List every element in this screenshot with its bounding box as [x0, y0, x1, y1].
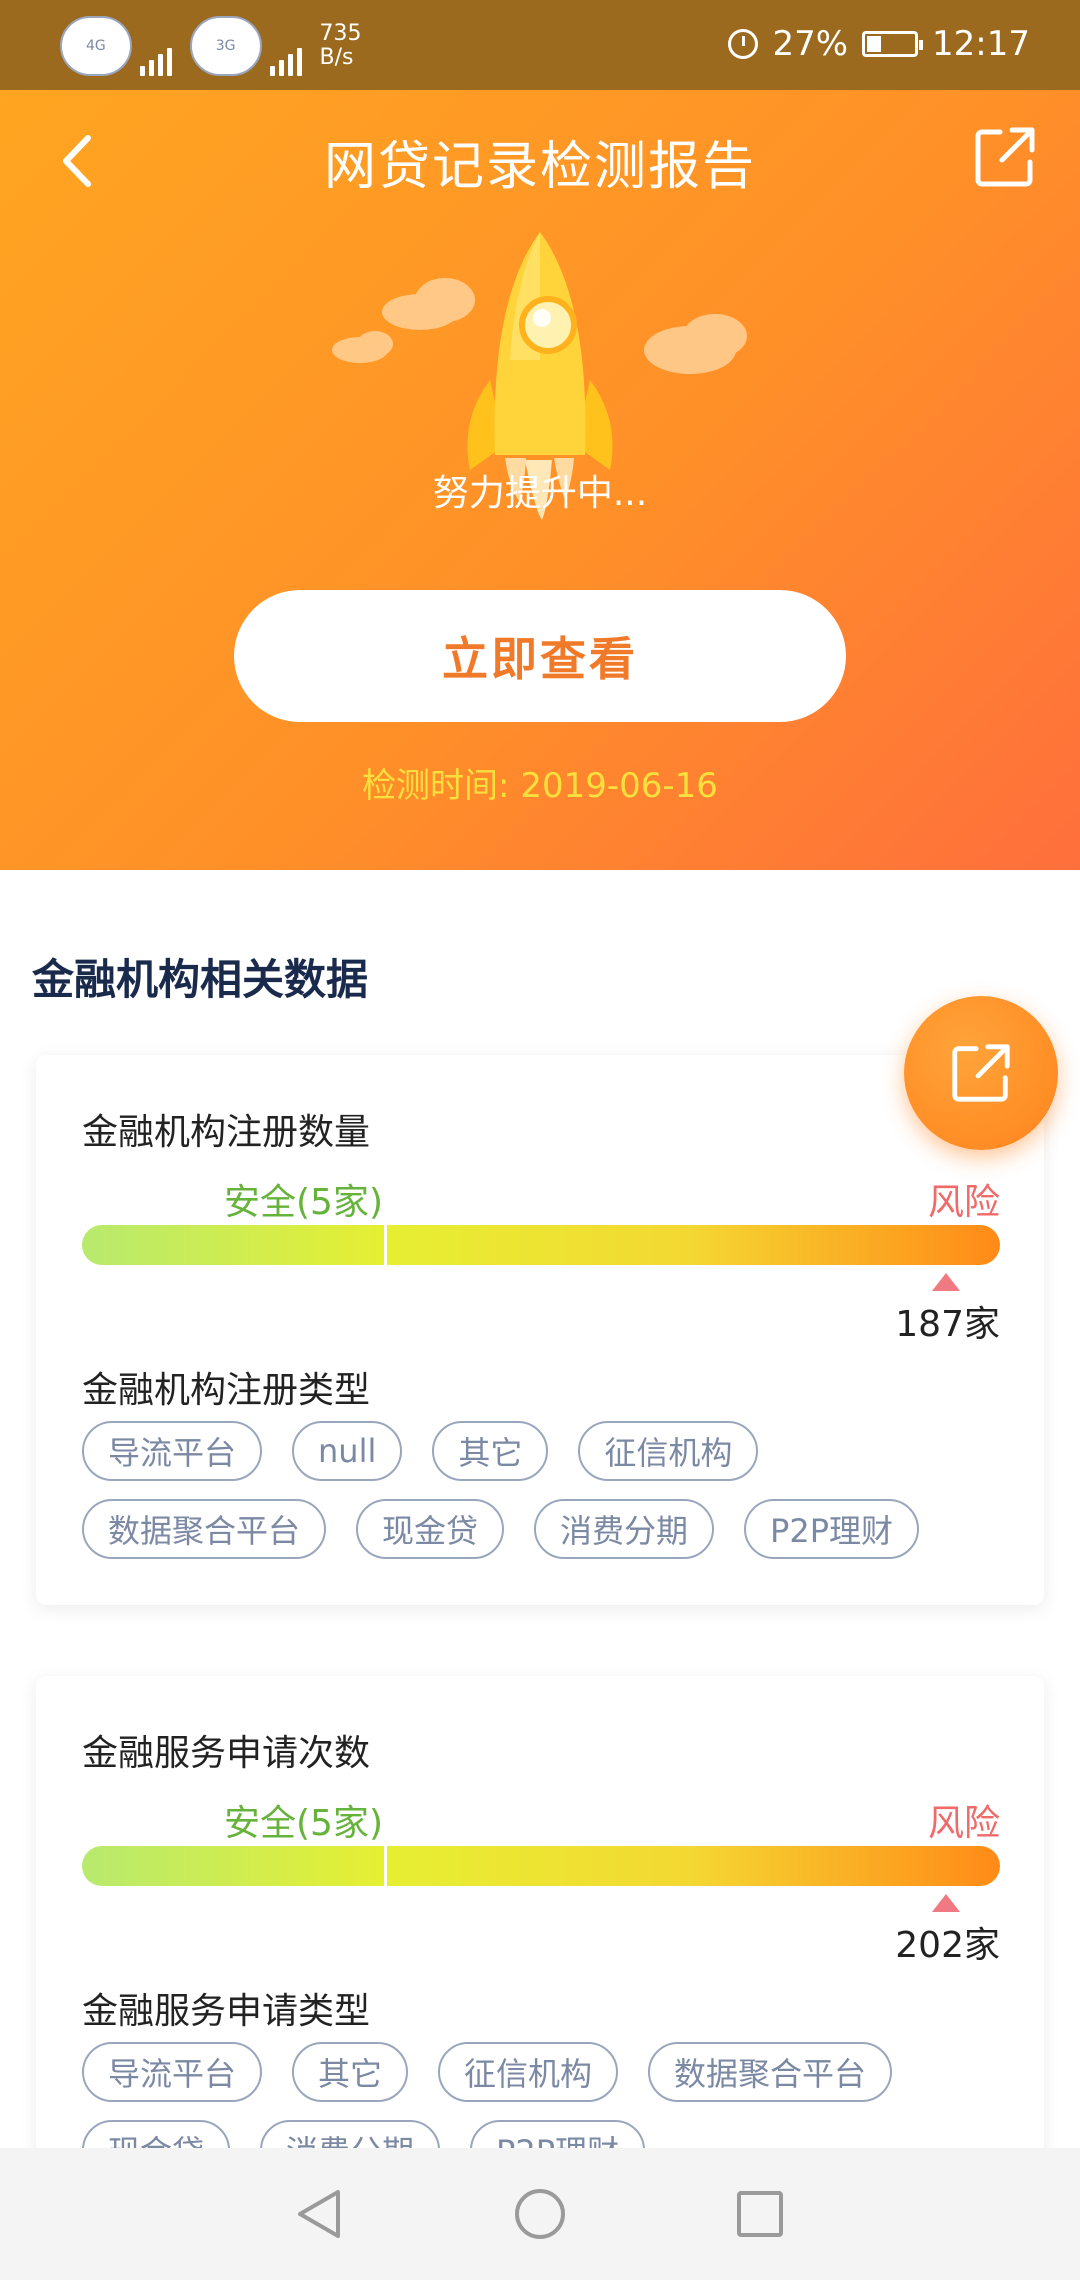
page-title: 网贷记录检测报告	[323, 137, 756, 197]
tag: 征信机构	[438, 2042, 619, 2102]
safe-threshold-marker	[384, 1225, 387, 1265]
navigation-bar	[0, 2148, 1080, 2280]
nav-home-icon	[515, 2189, 565, 2239]
tag: 数据聚合平台	[648, 2042, 893, 2102]
network-type-2: 3G	[189, 16, 262, 76]
tag: 现金贷	[356, 1499, 505, 1559]
risk-label: 风险	[927, 1182, 1000, 1223]
tag: P2P理财	[744, 1499, 920, 1559]
tag: 导流平台	[82, 2042, 263, 2102]
tag: null	[292, 1421, 403, 1481]
floating-share-button[interactable]	[904, 996, 1058, 1150]
risk-label: 风险	[927, 1803, 1000, 1844]
risk-gauge	[82, 1225, 1000, 1265]
alarm-icon	[728, 29, 759, 59]
safe-threshold-marker	[384, 1846, 387, 1886]
status-text: 努力提升中...	[432, 473, 648, 514]
application-count-label: 金融服务申请次数	[82, 1733, 371, 1774]
application-count: 202家	[895, 1925, 1000, 1966]
registration-type-label: 金融机构注册类型	[82, 1370, 371, 1411]
status-bar-left: 4G 3G 735 B/s	[60, 16, 362, 76]
risk-gauge	[82, 1846, 1000, 1886]
tag: 消费分期	[534, 1499, 715, 1559]
gauge-pointer-icon	[932, 1273, 960, 1291]
signal-3g-icon: 3G	[189, 16, 302, 76]
network-speed: 735 B/s	[320, 22, 362, 70]
view-now-button[interactable]: 立即查看	[234, 590, 846, 722]
registration-card: 金融机构注册数量 安全(5家) 风险 187家 金融机构注册类型 导流平台 nu…	[36, 1055, 1044, 1605]
tag: 其它	[292, 2042, 409, 2102]
network-speed-unit: B/s	[319, 45, 354, 70]
status-bar-right: 27% 12:17	[728, 24, 1030, 64]
registration-count: 187家	[895, 1304, 1000, 1345]
status-bar: 4G 3G 735 B/s 27% 12:17	[0, 0, 1080, 90]
gauge-pointer-icon	[932, 1894, 960, 1912]
application-type-label: 金融服务申请类型	[82, 1991, 371, 2032]
nav-home-button[interactable]	[505, 2179, 575, 2249]
safe-label: 安全(5家)	[224, 1182, 383, 1223]
signal-4g-icon: 4G	[60, 16, 172, 76]
safe-label: 安全(5家)	[224, 1803, 383, 1844]
network-type-1: 4G	[60, 16, 132, 76]
share-icon	[952, 1044, 1010, 1102]
tag: 征信机构	[578, 1421, 759, 1481]
registration-type-tags: 导流平台 null 其它 征信机构 数据聚合平台 现金贷 消费分期 P2P理财	[82, 1421, 1004, 1559]
detect-time: 检测时间: 2019-06-16	[362, 766, 718, 806]
tag: 其它	[432, 1421, 549, 1481]
nav-recents-button[interactable]	[725, 2179, 795, 2249]
share-icon[interactable]	[970, 122, 1040, 192]
nav-back-icon	[298, 2190, 340, 2238]
battery-icon	[862, 31, 924, 57]
battery-percent: 27%	[772, 24, 849, 64]
registration-count-label: 金融机构注册数量	[82, 1112, 371, 1153]
nav-recents-icon	[737, 2191, 783, 2237]
network-speed-value: 735	[319, 21, 362, 46]
clock-time: 12:17	[932, 24, 1030, 64]
tag: 数据聚合平台	[82, 1499, 327, 1559]
hero-banner: 网贷记录检测报告 努力提升中... 立即查看 检测时间: 2019-06-16	[0, 90, 1080, 870]
nav-back-button[interactable]	[285, 2179, 355, 2249]
tag: 导流平台	[82, 1421, 263, 1481]
section-title: 金融机构相关数据	[32, 955, 369, 1004]
